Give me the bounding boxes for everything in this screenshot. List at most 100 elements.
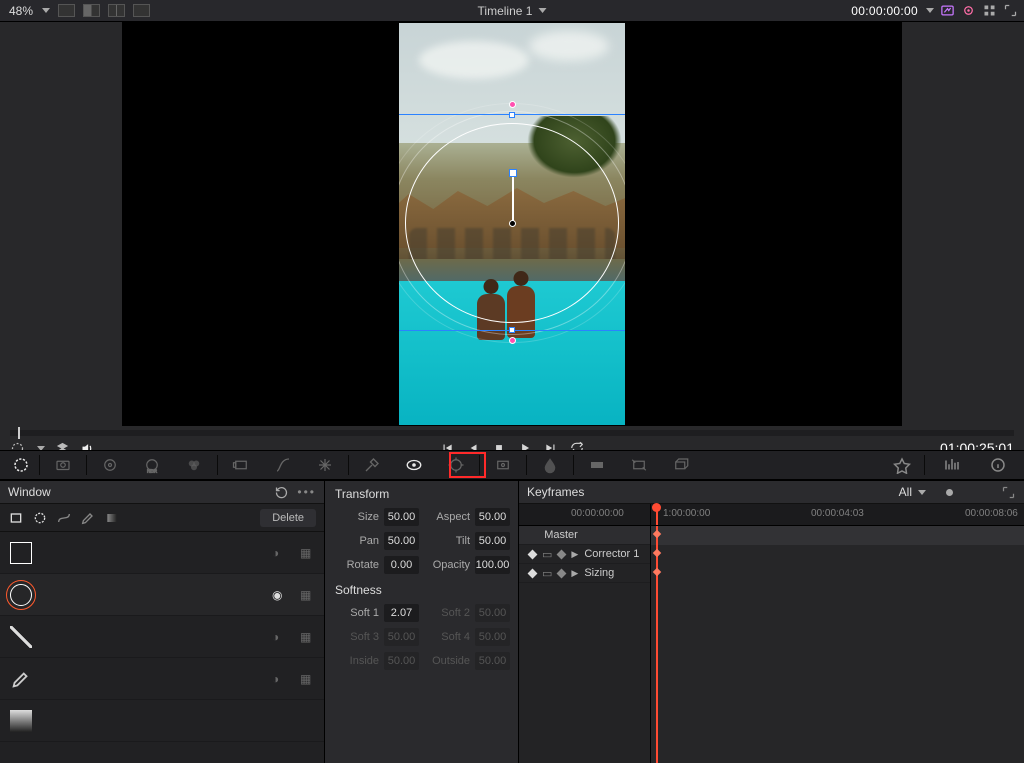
lock-icon[interactable]: ▭: [542, 548, 552, 561]
window-row-line[interactable]: ◑▦: [0, 616, 324, 658]
fx-icon[interactable]: [940, 3, 955, 18]
soft1-field[interactable]: 2.07: [384, 604, 419, 622]
transform-section-title: Transform: [325, 481, 518, 505]
diamond-icon[interactable]: [528, 549, 538, 559]
add-gradient-icon[interactable]: [104, 510, 120, 526]
mask-icon[interactable]: ▦: [300, 588, 314, 602]
keyframe-marker-icon[interactable]: [653, 568, 661, 576]
options-icon[interactable]: •••: [297, 485, 316, 500]
scopes-icon[interactable]: [961, 3, 976, 18]
invert-icon[interactable]: ◉: [272, 588, 286, 602]
window-row-gradient[interactable]: [0, 700, 324, 742]
diamond-icon[interactable]: [557, 549, 567, 559]
expand-icon[interactable]: [1003, 3, 1018, 18]
kf-dot-icon[interactable]: [946, 489, 953, 496]
inside-field[interactable]: 50.00: [384, 652, 419, 670]
size-field[interactable]: 50.00: [384, 508, 419, 526]
soft2-label: Soft 2: [424, 607, 470, 619]
zoom-dropdown[interactable]: 48%: [6, 4, 36, 18]
expand-icon[interactable]: [1001, 485, 1016, 500]
magic-mask-icon[interactable]: [483, 454, 523, 476]
window-row-circle[interactable]: ◉▦: [0, 574, 324, 616]
window-palette-icon[interactable]: [394, 454, 434, 476]
keyframe-grid[interactable]: 1:00:00:00 00:00:04:03 00:00:08:06: [650, 504, 1024, 763]
kf-row-label: Sizing: [584, 567, 614, 579]
sizing-icon[interactable]: [619, 454, 659, 476]
gradient-icon: [10, 710, 32, 732]
rotate-label: Rotate: [333, 559, 379, 571]
hdr-wheel-icon[interactable]: HDR: [132, 454, 172, 476]
keyframe-row-sizing[interactable]: ▭ ▶ Sizing: [519, 564, 650, 583]
inside-label: Inside: [333, 655, 379, 667]
chevron-right-icon[interactable]: ▶: [571, 549, 578, 560]
invert-icon[interactable]: ◑: [272, 546, 286, 560]
outside-field[interactable]: 50.00: [475, 652, 510, 670]
soft4-field[interactable]: 50.00: [475, 628, 510, 646]
rotate-field[interactable]: 0.00: [384, 556, 419, 574]
chevron-down-icon: [926, 8, 934, 13]
mini-timeline[interactable]: [10, 430, 1014, 436]
layout-dual-icon[interactable]: [108, 4, 125, 17]
warp-icon[interactable]: [305, 454, 345, 476]
delete-button[interactable]: Delete: [260, 509, 316, 527]
scopes-palette-icon[interactable]: [932, 454, 972, 476]
reset-icon[interactable]: [274, 485, 289, 500]
invert-icon[interactable]: ◑: [272, 630, 286, 644]
window-row-pen[interactable]: ◑▦: [0, 658, 324, 700]
tilt-field[interactable]: 50.00: [475, 532, 510, 550]
highlights-icon[interactable]: [887, 454, 917, 476]
layout-split-icon[interactable]: [83, 4, 100, 17]
keyframe-row-corrector[interactable]: ▭ ▶ Corrector 1: [519, 545, 650, 564]
ruler-label: 1:00:00:00: [663, 508, 710, 519]
keyframe-marker-icon[interactable]: [653, 549, 661, 557]
window-row-rect[interactable]: ◑▦: [0, 532, 324, 574]
ruler-label: 00:00:08:06: [965, 508, 1018, 519]
timeline-name-dropdown[interactable]: Timeline 1: [478, 4, 547, 18]
info-palette-icon[interactable]: [978, 454, 1018, 476]
layout-quad-icon[interactable]: [133, 4, 150, 17]
invert-icon[interactable]: ◑: [272, 672, 286, 686]
color-wheel-icon[interactable]: [90, 454, 130, 476]
eyedropper-icon[interactable]: [352, 454, 392, 476]
grid-icon[interactable]: [982, 3, 997, 18]
viewer-canvas[interactable]: [0, 22, 1024, 426]
diamond-icon[interactable]: [528, 568, 538, 578]
keyframes-panel: Keyframes All 00:00:00:00 Master: [519, 481, 1024, 763]
mask-icon[interactable]: ▦: [300, 546, 314, 560]
keyframe-playhead[interactable]: [656, 504, 658, 525]
add-circle-icon[interactable]: [32, 510, 48, 526]
opacity-field[interactable]: 100.00: [475, 556, 510, 574]
pan-field[interactable]: 50.00: [384, 532, 419, 550]
diamond-icon[interactable]: [557, 568, 567, 578]
add-pen-icon[interactable]: [80, 510, 96, 526]
aspect-field[interactable]: 50.00: [475, 508, 510, 526]
camera-raw-icon[interactable]: [43, 454, 83, 476]
opacity-label: Opacity: [424, 559, 470, 571]
timecode-display[interactable]: 00:00:00:00: [851, 4, 918, 18]
mask-icon[interactable]: ▦: [300, 630, 314, 644]
motion-icon[interactable]: [221, 454, 261, 476]
curves-icon[interactable]: [263, 454, 303, 476]
3d-icon[interactable]: [661, 454, 701, 476]
chevron-down-icon: [538, 8, 546, 13]
soft1-label: Soft 1: [333, 607, 379, 619]
rgb-mixer-icon[interactable]: [174, 454, 214, 476]
adjustment-clip-icon[interactable]: [6, 454, 36, 476]
tracker-icon[interactable]: [436, 454, 476, 476]
keyframes-filter-dropdown[interactable]: All: [899, 485, 1016, 500]
key-icon[interactable]: [577, 454, 617, 476]
soft3-field[interactable]: 50.00: [384, 628, 419, 646]
add-curve-icon[interactable]: [56, 510, 72, 526]
mask-icon[interactable]: ▦: [300, 672, 314, 686]
add-rect-icon[interactable]: [8, 510, 24, 526]
viewer-frame: [122, 22, 902, 426]
chevron-right-icon[interactable]: ▶: [571, 568, 578, 579]
playhead-line[interactable]: [656, 526, 658, 763]
size-label: Size: [333, 511, 379, 523]
keyframe-row-master[interactable]: Master: [519, 526, 650, 545]
lock-icon[interactable]: ▭: [542, 567, 552, 580]
blur-icon[interactable]: [530, 454, 570, 476]
window-panel: Window ••• Delete ◑▦ ◉▦: [0, 481, 325, 763]
soft2-field[interactable]: 50.00: [475, 604, 510, 622]
layout-single-icon[interactable]: [58, 4, 75, 17]
